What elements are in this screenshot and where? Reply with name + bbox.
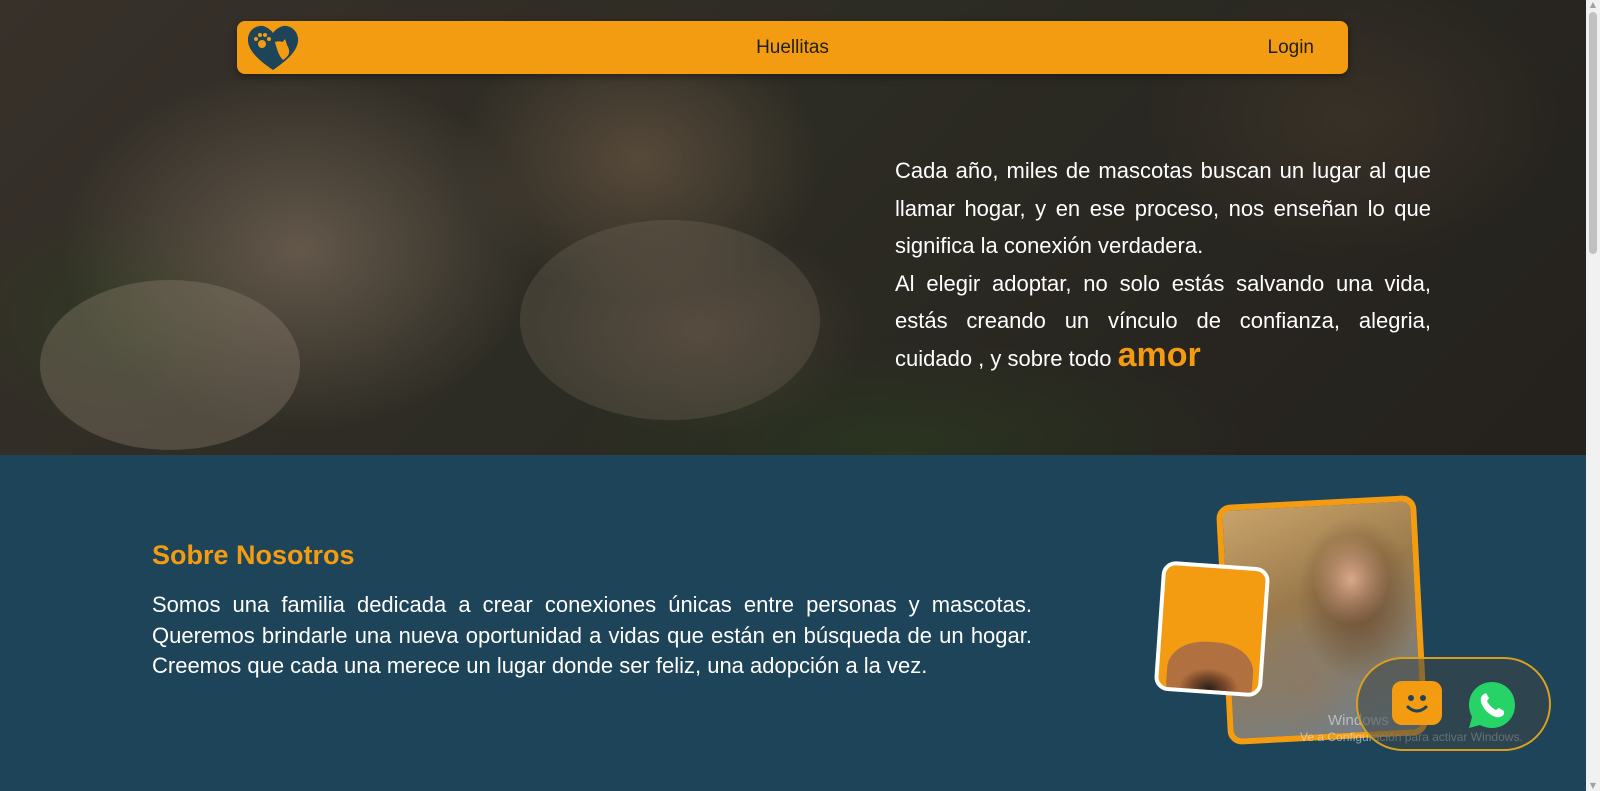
contact-widget <box>1356 657 1551 751</box>
scroll-thumb[interactable] <box>1589 12 1597 254</box>
dog-photo <box>1153 560 1271 698</box>
whatsapp-icon[interactable] <box>1466 679 1518 731</box>
navbar: Huellitas Login <box>237 21 1348 74</box>
about-title: Sobre Nosotros <box>152 540 355 570</box>
hero-highlight: amor <box>1117 335 1201 374</box>
about-text: Somos una familia dedicada a crear conex… <box>152 592 1032 678</box>
hero-text: Cada año, miles de mascotas buscan un lu… <box>895 152 1431 377</box>
login-link[interactable]: Login <box>1268 37 1315 59</box>
hero-paragraph-1: Cada año, miles de mascotas buscan un lu… <box>895 158 1431 258</box>
scroll-down-icon[interactable]: ▼ <box>1589 782 1597 790</box>
brand-name[interactable]: Huellitas <box>237 37 1348 59</box>
page-scrollbar[interactable]: ▲ ▼ <box>1586 0 1600 791</box>
chatbot-icon[interactable] <box>1392 681 1442 725</box>
hero-paragraph-2: Al elegir adoptar, no solo estás salvand… <box>895 265 1431 378</box>
scroll-up-icon[interactable]: ▲ <box>1589 1 1597 9</box>
dog-face <box>1164 639 1255 698</box>
